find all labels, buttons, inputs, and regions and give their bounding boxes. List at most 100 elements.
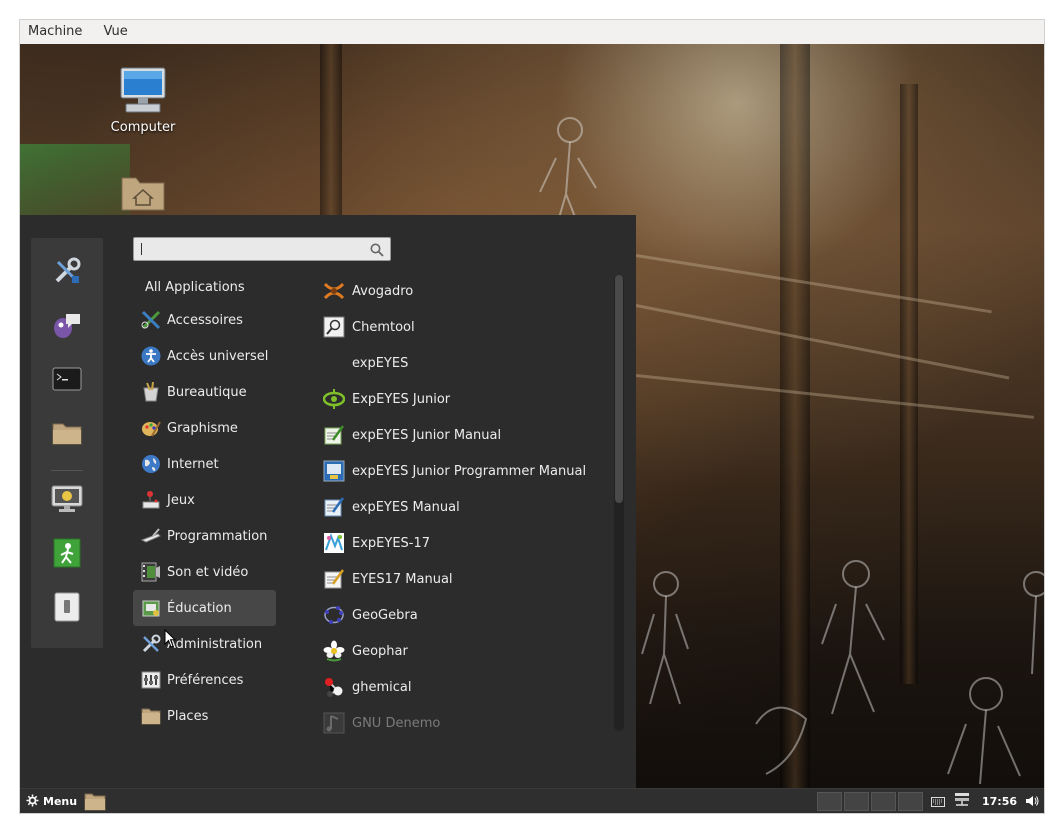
- accessibility-icon: [141, 346, 161, 366]
- app-expeyes-junior[interactable]: ExpEYES Junior: [318, 381, 618, 417]
- app-expeyes-junior-programmer-manual[interactable]: expEYES Junior Programmer Manual: [318, 453, 618, 489]
- app-geogebra[interactable]: GeoGebra: [318, 597, 618, 633]
- category-internet[interactable]: Internet: [133, 446, 276, 482]
- workspace-4[interactable]: [898, 792, 923, 811]
- app-label: expEYES Manual: [352, 499, 460, 515]
- app-label: GNU Denemo: [352, 715, 441, 731]
- fav-files[interactable]: [49, 417, 85, 453]
- office-icon: [141, 382, 161, 402]
- wallpaper-railing: [635, 304, 1010, 380]
- category-label: Internet: [167, 456, 219, 472]
- app-label: expEYES Junior Programmer Manual: [352, 463, 587, 479]
- apps-scrollbar-thumb[interactable]: [615, 275, 623, 503]
- network-indicator[interactable]: [952, 792, 972, 811]
- app-avogadro[interactable]: Avogadro: [318, 273, 618, 309]
- category-places[interactable]: Places: [133, 698, 276, 734]
- fav-settings[interactable]: [49, 255, 85, 291]
- network-icon: [953, 792, 971, 812]
- category-accessoires[interactable]: Accessoires: [133, 302, 276, 338]
- vm-menubar: Machine Vue: [20, 20, 1044, 45]
- app-expeyes-manual[interactable]: expEYES Manual: [318, 489, 618, 525]
- category-acces-universel[interactable]: Accès universel: [133, 338, 276, 374]
- fav-terminal[interactable]: [49, 363, 85, 399]
- category-all-applications[interactable]: All Applications: [133, 269, 276, 305]
- lock-screen-icon: [51, 485, 83, 517]
- desktop-icon-home[interactable]: [98, 170, 188, 216]
- gear-icon: [26, 792, 39, 811]
- folder-icon: [84, 793, 106, 813]
- category-label: All Applications: [145, 279, 245, 295]
- category-administration[interactable]: Administration: [133, 626, 276, 662]
- avogadro-icon: [322, 279, 346, 303]
- volume-icon: [1025, 792, 1039, 811]
- games-joystick-icon: [141, 490, 161, 510]
- keyboard-layout[interactable]: [930, 792, 946, 811]
- app-ghemical[interactable]: ghemical: [318, 669, 618, 705]
- pidgin-chat-icon: [52, 310, 82, 344]
- desktop-icon-label: Computer: [110, 120, 176, 135]
- category-programmation[interactable]: Programmation: [133, 518, 276, 554]
- geophar-flower-icon: [322, 639, 346, 663]
- search-input[interactable]: [133, 237, 391, 261]
- denemo-icon: [322, 711, 346, 735]
- fav-chat[interactable]: [49, 309, 85, 345]
- text-cursor: [141, 243, 142, 255]
- taskbar-files-launcher[interactable]: [84, 792, 106, 811]
- category-preferences[interactable]: Préférences: [133, 662, 276, 698]
- category-education[interactable]: Éducation: [133, 590, 276, 626]
- application-menu: All Applications Accessoires Accès unive…: [20, 215, 636, 788]
- app-eyes17-manual[interactable]: EYES17 Manual: [318, 561, 618, 597]
- preferences-icon: [141, 670, 161, 690]
- desktop-icon-computer[interactable]: Computer: [98, 66, 188, 135]
- app-label: GeoGebra: [352, 607, 418, 623]
- app-expeyes-junior-manual[interactable]: expEYES Junior Manual: [318, 417, 618, 453]
- fav-lock-screen[interactable]: [49, 483, 85, 519]
- app-geophar[interactable]: Geophar: [318, 633, 618, 669]
- workspace-3[interactable]: [871, 792, 896, 811]
- apps-scrollbar[interactable]: [614, 275, 624, 731]
- taskbar-menu-label: Menu: [43, 795, 78, 808]
- volume-indicator[interactable]: [1024, 792, 1040, 811]
- manual-icon: [322, 495, 346, 519]
- category-graphisme[interactable]: Graphisme: [133, 410, 276, 446]
- menu-vue[interactable]: Vue: [96, 20, 136, 44]
- category-label: Programmation: [167, 528, 268, 544]
- home-folder-icon: [120, 177, 166, 216]
- app-label: Geophar: [352, 643, 408, 659]
- logout-icon: [53, 538, 81, 572]
- accessories-icon: [141, 310, 161, 330]
- app-gnu-denemo[interactable]: GNU Denemo: [318, 705, 618, 741]
- app-label: ExpEYES-17: [352, 535, 431, 551]
- geogebra-icon: [322, 603, 346, 627]
- wallpaper-railing: [635, 254, 992, 314]
- places-folder-icon: [141, 706, 161, 726]
- taskbar: Menu 17:56: [20, 788, 1044, 813]
- category-son-et-video[interactable]: Son et vidéo: [133, 554, 276, 590]
- fav-shutdown[interactable]: [49, 591, 85, 627]
- terminal-icon: [52, 366, 82, 396]
- menu-machine[interactable]: Machine: [20, 20, 90, 44]
- fav-logout[interactable]: [49, 537, 85, 573]
- app-expeyes[interactable]: expEYES: [318, 345, 618, 381]
- no-icon: [322, 351, 346, 375]
- app-expeyes-17[interactable]: ExpEYES-17: [318, 525, 618, 561]
- workspace-2[interactable]: [844, 792, 869, 811]
- category-label: Son et vidéo: [167, 564, 249, 580]
- expeyes17-icon: [322, 531, 346, 555]
- manual-icon: [322, 567, 346, 591]
- category-label: Préférences: [167, 672, 244, 688]
- taskbar-menu-button[interactable]: Menu: [22, 791, 81, 812]
- education-icon: [141, 598, 161, 618]
- chemtool-icon: [322, 315, 346, 339]
- vm-window: Machine Vue Computer All Applications Ac…: [20, 20, 1044, 813]
- app-chemtool[interactable]: Chemtool: [318, 309, 618, 345]
- programming-icon: [141, 526, 161, 546]
- desktop: Computer All Applications Accessoires Ac…: [20, 44, 1044, 788]
- category-label: Graphisme: [167, 420, 238, 436]
- category-label: Administration: [167, 636, 263, 652]
- category-bureautique[interactable]: Bureautique: [133, 374, 276, 410]
- workspace-1[interactable]: [817, 792, 842, 811]
- category-jeux[interactable]: Jeux: [133, 482, 276, 518]
- clock[interactable]: 17:56: [982, 789, 1017, 813]
- ghemical-molecule-icon: [322, 675, 346, 699]
